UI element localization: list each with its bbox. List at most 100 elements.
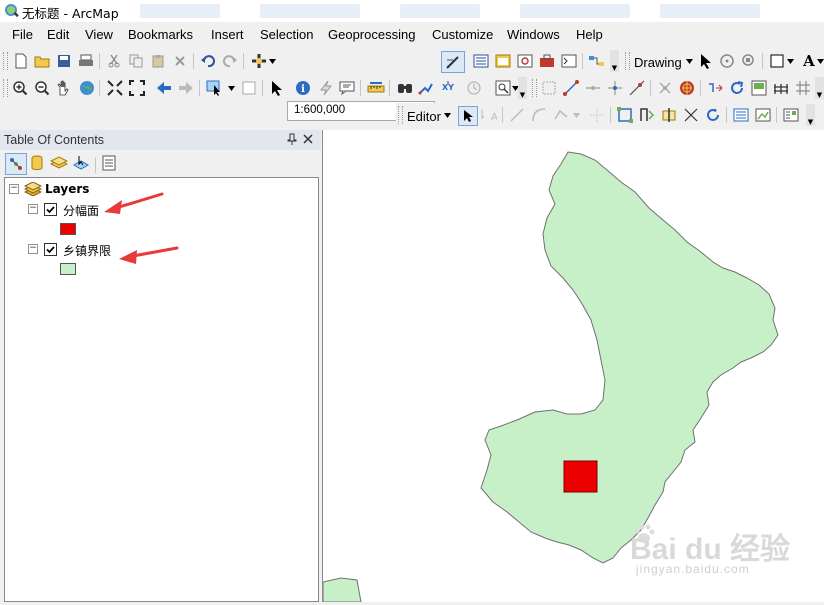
open-folder-icon[interactable] [33, 52, 51, 70]
grid-icon[interactable] [794, 79, 812, 97]
toolbar-grip[interactable] [625, 52, 630, 70]
hyperlink-icon[interactable] [317, 79, 335, 97]
cut-icon[interactable] [105, 52, 123, 70]
create-features-icon[interactable] [782, 106, 800, 124]
fixed-zoom-out-icon[interactable] [128, 79, 146, 97]
segment-dropdown-icon[interactable] [571, 106, 581, 124]
toolbar-overflow-icon[interactable]: ▼ [610, 50, 619, 72]
toolbar-grip[interactable] [3, 52, 8, 70]
select-elements-icon[interactable] [697, 52, 715, 70]
select-elements-icon[interactable] [268, 79, 286, 97]
table-of-contents-window-icon[interactable] [472, 52, 490, 70]
toc-options-icon[interactable] [100, 154, 118, 172]
auto-hide-pin-icon[interactable] [287, 133, 297, 148]
menu-help[interactable]: Help [576, 27, 603, 42]
reshape-feature-icon[interactable] [638, 106, 656, 124]
pan-icon[interactable] [55, 79, 73, 97]
python-window-icon[interactable] [560, 52, 578, 70]
edit-vertices-icon[interactable] [616, 106, 634, 124]
drawing-menu[interactable]: Drawing [634, 55, 682, 70]
go-back-extent-icon[interactable] [155, 79, 173, 97]
toolbar-grip[interactable] [532, 79, 537, 97]
menu-edit[interactable]: Edit [47, 27, 69, 42]
split-tool-icon[interactable] [682, 106, 700, 124]
drawing-dropdown-icon[interactable] [684, 52, 694, 70]
edit-tool-icon[interactable] [458, 106, 478, 126]
zoom-to-selected-elements-icon[interactable] [740, 52, 758, 70]
trace-segment-icon[interactable] [552, 106, 570, 124]
fixed-zoom-in-icon[interactable] [106, 79, 124, 97]
cut-polygons-icon[interactable] [660, 106, 678, 124]
delete-icon[interactable] [171, 52, 189, 70]
point-tool-icon[interactable] [588, 106, 606, 124]
layers-root-label[interactable]: Layers [45, 182, 89, 196]
toolbar-overflow-icon[interactable]: ▼ [806, 104, 815, 126]
globe-tool-icon[interactable] [678, 79, 696, 97]
layer-xiangzhenjiexian-visibility-checkbox[interactable] [44, 243, 57, 256]
new-document-icon[interactable] [12, 52, 30, 70]
trace-icon[interactable] [628, 79, 646, 97]
list-by-selection-icon[interactable] [72, 154, 90, 172]
layer-fenfumian-name[interactable]: 分幅面 [63, 202, 99, 219]
edit-annotation-icon[interactable]: A [480, 106, 498, 124]
undo-icon[interactable] [199, 52, 217, 70]
go-forward-extent-icon[interactable] [177, 79, 195, 97]
copy-icon[interactable] [127, 52, 145, 70]
editor-menu[interactable]: Editor [407, 109, 441, 124]
sketch-properties-icon[interactable] [754, 106, 772, 124]
paste-icon[interactable] [149, 52, 167, 70]
clear-selected-features-icon[interactable] [240, 79, 258, 97]
topology-edit-icon[interactable] [562, 79, 580, 97]
layout-icon[interactable] [750, 79, 768, 97]
add-data-icon[interactable] [250, 52, 268, 70]
township-boundary-polygon[interactable] [480, 151, 779, 564]
toolbar-overflow-icon[interactable]: ▼ [815, 77, 824, 99]
print-icon[interactable] [77, 52, 95, 70]
find-route-icon[interactable] [417, 79, 435, 97]
list-by-drawing-order-icon[interactable] [5, 153, 27, 175]
split-line-icon[interactable] [584, 79, 602, 97]
topology-select-icon[interactable] [540, 79, 558, 97]
toolbar-grip[interactable] [398, 106, 403, 124]
rotate-icon[interactable] [718, 52, 736, 70]
add-data-dropdown-icon[interactable] [267, 52, 277, 70]
shape-dropdown-icon[interactable] [785, 52, 795, 70]
validate-topology-icon[interactable] [656, 79, 674, 97]
menu-view[interactable]: View [85, 27, 113, 42]
menu-customize[interactable]: Customize [432, 27, 493, 42]
layer-fenfumian-visibility-checkbox[interactable] [44, 203, 57, 216]
toolbar-grip[interactable] [3, 79, 8, 97]
list-by-visibility-icon[interactable] [50, 154, 68, 172]
save-icon[interactable] [55, 52, 73, 70]
text-dropdown-icon[interactable] [816, 52, 824, 70]
collapse-layer-xiangzhenjiexian-icon[interactable]: − [28, 244, 38, 254]
menu-bookmarks[interactable]: Bookmarks [128, 27, 193, 42]
measure-icon[interactable] [367, 79, 385, 97]
neighbor-polygon[interactable] [322, 577, 362, 603]
collapse-layers-icon[interactable]: − [9, 184, 19, 194]
menu-windows[interactable]: Windows [507, 27, 560, 42]
rotate-feature-icon[interactable] [704, 106, 722, 124]
find-icon[interactable] [396, 79, 414, 97]
map-sheet-frame-polygon[interactable] [563, 460, 598, 493]
end-point-arc-icon[interactable] [530, 106, 548, 124]
search-window-icon[interactable] [516, 52, 534, 70]
select-features-dropdown-icon[interactable] [226, 79, 236, 97]
straight-segment-icon[interactable] [508, 106, 526, 124]
modelbuilder-icon[interactable] [588, 52, 606, 70]
attributes-icon[interactable] [732, 106, 750, 124]
close-panel-icon[interactable] [303, 133, 313, 147]
refresh-icon[interactable] [728, 79, 746, 97]
editor-toolbar-toggle-icon[interactable] [441, 51, 465, 73]
redo-icon[interactable] [221, 52, 239, 70]
list-by-source-icon[interactable] [28, 154, 46, 172]
toolbar-overflow-icon[interactable]: ▼ [518, 77, 527, 99]
georeferencing-icon[interactable] [706, 79, 724, 97]
menu-selection[interactable]: Selection [260, 27, 313, 42]
select-features-icon[interactable] [206, 79, 224, 97]
construct-points-icon[interactable] [606, 79, 624, 97]
fence-icon[interactable] [772, 79, 790, 97]
arctoolbox-icon[interactable] [538, 52, 556, 70]
editor-dropdown-icon[interactable] [442, 106, 452, 124]
time-slider-icon[interactable] [465, 79, 483, 97]
